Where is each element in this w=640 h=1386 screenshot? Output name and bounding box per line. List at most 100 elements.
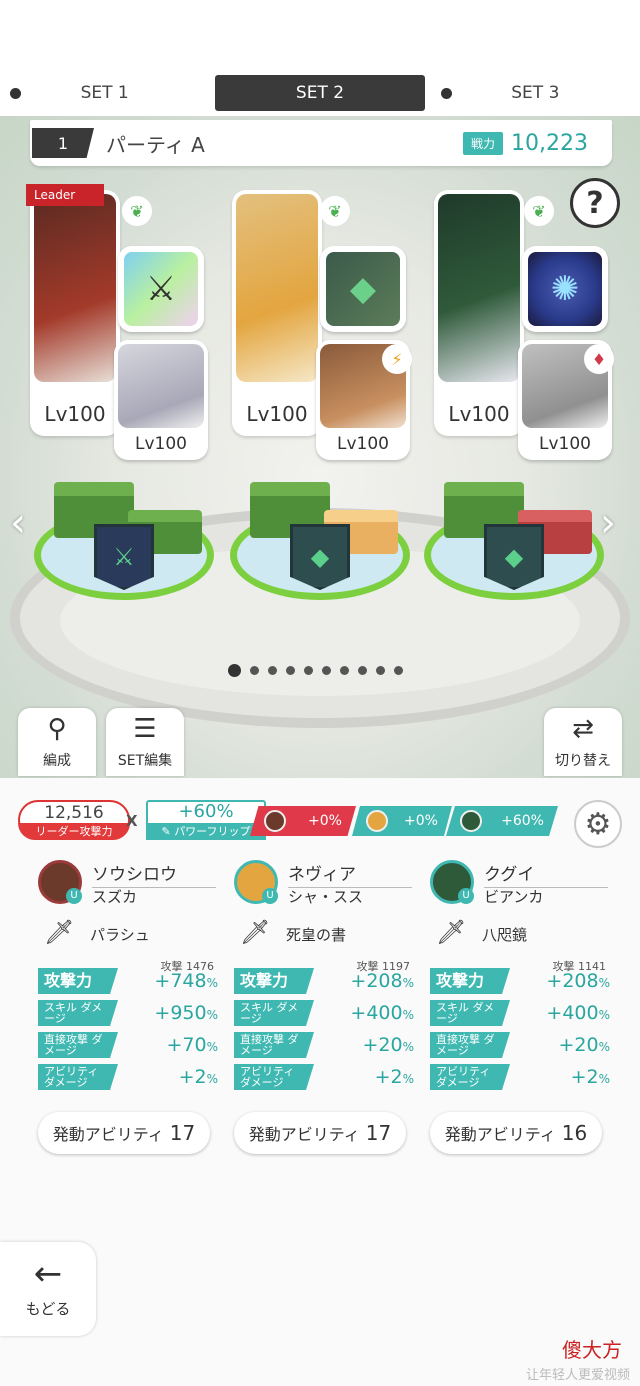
page-dot[interactable] [394, 666, 403, 675]
pedestal-1: ⚔ [34, 470, 214, 600]
percent: % [402, 1040, 414, 1054]
percent: % [206, 1072, 218, 1086]
stat-value: +2% [571, 1066, 610, 1088]
page-dot[interactable] [250, 666, 259, 675]
character-art [236, 194, 318, 382]
weapon-card[interactable]: ◆ [320, 246, 406, 332]
value-number: +20 [362, 1034, 403, 1056]
ability-count: 17 [365, 1121, 392, 1145]
avatar [366, 810, 388, 832]
leader-attack-box: 12,516 リーダー攻撃力 [18, 800, 130, 840]
chevron-left-icon[interactable]: ‹ [10, 500, 26, 546]
stat-skill-damage: スキル ダメージ +950% [38, 998, 222, 1030]
weapon-banner: ◆ [290, 524, 350, 590]
percent: % [402, 976, 414, 990]
active-ability-button-1[interactable]: 発動アビリティ 17 [38, 1112, 210, 1154]
main-character-card[interactable]: Lv100 [232, 190, 322, 436]
percent: % [598, 1072, 610, 1086]
page-dot[interactable] [376, 666, 385, 675]
party-slot-1[interactable]: Lv100 ❦ ⚔ Lv100 [30, 190, 208, 460]
stat-ability-damage: アビリティ ダメージ +2% [430, 1062, 614, 1094]
stat-ability-damage: アビリティ ダメージ +2% [38, 1062, 222, 1094]
weapon-card[interactable]: ✺ [522, 246, 608, 332]
main-character-card[interactable]: Lv100 [434, 190, 524, 436]
value-number: +400 [546, 1002, 599, 1024]
party-slot-3[interactable]: Lv100 ❦ ✺ Lv100 ♦ [434, 190, 614, 460]
character-row[interactable]: U ネヴィア シャ・スス [234, 860, 418, 910]
page-dot[interactable] [340, 666, 349, 675]
sub-character-name: シャ・スス [288, 888, 364, 906]
active-ability-button-2[interactable]: 発動アビリティ 17 [234, 1112, 406, 1154]
chevron-right-icon[interactable]: › [600, 500, 616, 546]
sub-badge-icon: U [66, 888, 82, 904]
active-ability-button-3[interactable]: 発動アビリティ 16 [430, 1112, 602, 1154]
level-label: Lv100 [246, 402, 308, 426]
page-indicator [228, 664, 403, 677]
leaf-icon: ❦ [122, 196, 152, 226]
power-flip-value: +60% [178, 801, 234, 822]
gear-icon[interactable]: ⚙ [574, 800, 622, 848]
weapon-card[interactable]: ⚔ [118, 246, 204, 332]
set-edit-button[interactable]: ☰ SET編集 [106, 708, 184, 776]
value-number: +2 [178, 1066, 207, 1088]
page-dot[interactable] [358, 666, 367, 675]
character-art [34, 194, 116, 382]
weapon-banner: ◆ [484, 524, 544, 590]
tab-label: SET 3 [511, 83, 560, 103]
value-number: +2 [374, 1066, 403, 1088]
weapon-name: パラシュ [90, 926, 150, 944]
leaf-icon: ❦ [320, 196, 350, 226]
stat-label: アビリティ ダメージ [234, 1064, 314, 1090]
page-dot[interactable] [322, 666, 331, 675]
dot-icon [440, 88, 452, 99]
stat-attack: 攻撃力 攻撃 1197 +208% [234, 960, 418, 998]
diamond-icon: ♦ [584, 344, 614, 374]
bonus-chip-3: +60% [446, 806, 558, 836]
ability-label: 発動アビリティ [248, 1125, 360, 1144]
leader-attack-label: リーダー攻撃力 [18, 823, 130, 840]
value-number: +208 [350, 970, 403, 992]
tab-set-1[interactable]: SET 1 [0, 75, 209, 111]
list-icon: ☰ [133, 714, 157, 744]
page-dot[interactable] [228, 664, 241, 677]
stat-label: 攻撃力 [430, 968, 510, 994]
dot-icon [10, 88, 21, 99]
level-label: Lv100 [44, 402, 106, 426]
formation-label: 編成 [43, 753, 71, 769]
stat-label: スキル ダメージ [234, 1000, 314, 1026]
page-dot[interactable] [268, 666, 277, 675]
ability-label: 発動アビリティ [444, 1125, 556, 1144]
stat-ability-damage: アビリティ ダメージ +2% [234, 1062, 418, 1094]
tab-set-2[interactable]: SET 2 [215, 75, 425, 111]
tab-label: SET 1 [80, 83, 129, 103]
stat-value: +2% [179, 1066, 218, 1088]
character-row[interactable]: U ソウシロウ スズカ [38, 860, 222, 910]
page-dot[interactable] [286, 666, 295, 675]
bonus-chip-1: +0% [250, 806, 356, 836]
ability-count: 16 [561, 1121, 588, 1145]
bonus-chip-2: +0% [352, 806, 452, 836]
page-dot[interactable] [304, 666, 313, 675]
power-label: 戦力 [463, 131, 504, 155]
switch-button[interactable]: ⇄ 切り替え [544, 708, 622, 776]
stat-label: アビリティ ダメージ [38, 1064, 118, 1090]
percent: % [598, 976, 610, 990]
stat-attack: 攻撃力 攻撃 1476 +748% [38, 960, 222, 998]
character-art [438, 194, 520, 382]
back-button[interactable]: ← もどる [0, 1242, 96, 1336]
tab-set-3[interactable]: SET 3 [431, 75, 640, 111]
value-number: +2 [570, 1066, 599, 1088]
character-row[interactable]: U クグイ ビアンカ [430, 860, 614, 910]
pedestal-2: ◆ [230, 470, 410, 600]
percent: % [206, 976, 218, 990]
stat-label: 直接攻撃 ダメージ [38, 1032, 118, 1058]
percent: % [598, 1040, 610, 1054]
sub-character-card[interactable]: Lv100 [114, 340, 208, 460]
formation-button[interactable]: ⚲ 編成 [18, 708, 96, 776]
watermark-sub: 让年轻人更爱视频 [525, 1368, 630, 1383]
stat-value: +20% [558, 1034, 610, 1056]
party-slot-2[interactable]: Lv100 ❦ ◆ Lv100 ⚡ [232, 190, 412, 460]
party-bar[interactable]: 1 パーティ A 戦力 10,223 [30, 120, 612, 166]
power-value: 10,223 [511, 130, 588, 156]
main-character-card[interactable]: Lv100 [30, 190, 120, 436]
